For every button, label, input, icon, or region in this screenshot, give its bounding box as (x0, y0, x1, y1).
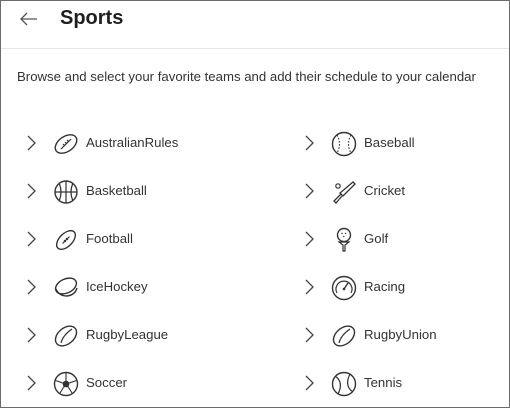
chevron-right-icon (305, 135, 314, 151)
australian-rules-ball-icon (54, 134, 78, 154)
chevron-right-icon (305, 327, 314, 343)
back-arrow-icon (20, 12, 37, 26)
chevron-right-icon (27, 279, 36, 295)
sport-label: IceHockey (86, 279, 148, 294)
chevron-right-icon (27, 375, 36, 391)
sport-item-soccer[interactable]: Soccer (23, 363, 253, 403)
chevron-right-icon (305, 279, 314, 295)
sport-label: Tennis (364, 375, 403, 390)
sport-item-football[interactable]: Football (23, 219, 253, 259)
golf-ball-tee-icon (336, 227, 352, 252)
sport-item-australianrules[interactable]: AustralianRules (23, 123, 253, 163)
sport-item-racing[interactable]: Racing (301, 267, 509, 307)
sports-page: Sports Browse and select your favorite t… (0, 0, 510, 408)
sport-label: Racing (364, 279, 406, 294)
chevron-right-icon (27, 135, 36, 151)
sport-label: Football (86, 231, 133, 246)
sport-label: Baseball (364, 135, 415, 150)
chevron-right-icon (305, 375, 314, 391)
football-icon (55, 229, 77, 251)
sport-item-basketball[interactable]: Basketball (23, 171, 253, 211)
speedometer-icon (331, 275, 357, 301)
back-button[interactable] (13, 5, 45, 33)
sport-item-baseball[interactable]: Baseball (301, 123, 509, 163)
chevron-right-icon (305, 231, 314, 247)
rugby-union-ball-icon (332, 325, 356, 347)
chevron-right-icon (305, 183, 314, 199)
sport-item-tennis[interactable]: Tennis (301, 363, 509, 403)
baseball-icon (331, 131, 357, 157)
page-description: Browse and select your favorite teams an… (17, 69, 476, 84)
sport-label: Basketball (86, 183, 147, 198)
chevron-right-icon (27, 183, 36, 199)
sport-item-golf[interactable]: Golf (301, 219, 509, 259)
chevron-right-icon (27, 327, 36, 343)
basketball-icon (54, 180, 78, 204)
tennis-ball-icon (331, 371, 357, 397)
sport-label: RugbyLeague (86, 327, 169, 342)
sport-item-rugbyunion[interactable]: RugbyUnion (301, 315, 509, 355)
hockey-puck-icon (54, 277, 78, 297)
soccer-ball-icon (53, 371, 79, 397)
header: Sports (1, 1, 509, 49)
page-title: Sports (60, 7, 124, 29)
sport-item-rugbyleague[interactable]: RugbyLeague (23, 315, 253, 355)
sport-label: Soccer (86, 375, 128, 390)
sport-label: RugbyUnion (364, 327, 437, 342)
sport-item-cricket[interactable]: Cricket (301, 171, 509, 211)
sport-item-icehockey[interactable]: IceHockey (23, 267, 253, 307)
chevron-right-icon (27, 231, 36, 247)
sport-label: Cricket (364, 183, 406, 198)
sport-label: AustralianRules (86, 135, 179, 150)
rugby-league-ball-icon (54, 325, 78, 347)
cricket-bat-icon (333, 181, 356, 204)
sport-label: Golf (364, 231, 389, 246)
